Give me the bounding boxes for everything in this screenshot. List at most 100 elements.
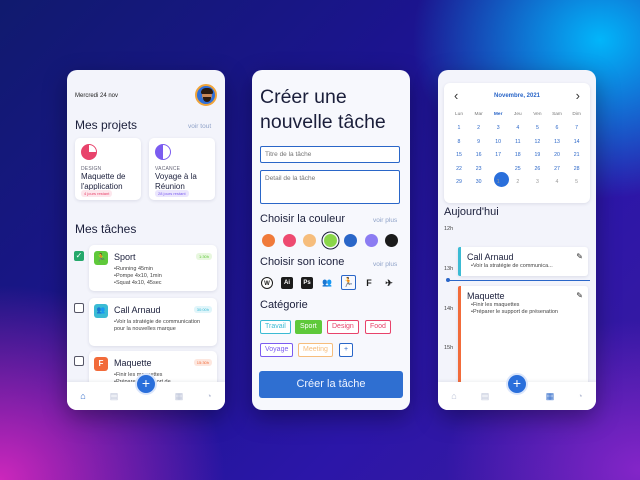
calendar-day[interactable]: 1 [451, 125, 467, 131]
calendar-day[interactable]: 27 [549, 166, 565, 172]
plane-icon[interactable]: ✈ [383, 277, 395, 289]
icon-heading: Choisir son icone [260, 256, 345, 268]
add-category-button[interactable]: + [339, 343, 354, 357]
calendar-day[interactable]: 7 [569, 125, 585, 131]
color-swatch[interactable] [323, 234, 337, 247]
category-chip-voyage[interactable]: Voyage [260, 343, 294, 357]
calendar-day[interactable]: 14 [569, 139, 585, 145]
photoshop-icon[interactable]: Ps [301, 277, 313, 289]
calendar-day[interactable]: 22 [451, 166, 467, 172]
task-checkbox[interactable]: ✓ [74, 251, 84, 261]
calendar-icon[interactable]: ▦ [174, 391, 184, 401]
add-task-button[interactable]: + [506, 373, 528, 395]
calendar-day[interactable]: 24 [490, 166, 506, 172]
running-icon[interactable]: 🏃 [341, 275, 356, 290]
next-month-icon[interactable]: › [576, 88, 580, 103]
task-card[interactable]: 👥 Call Arnaud 30:00h Voir la stratégie d… [89, 298, 217, 346]
calendar-day[interactable]: 12 [529, 139, 545, 145]
task-checkbox[interactable] [74, 356, 84, 366]
hour-label: 15h [444, 345, 454, 351]
category-chip-food[interactable]: Food [365, 320, 391, 334]
calendar-day[interactable]: 1 [490, 179, 506, 185]
home-icon[interactable]: ⌂ [78, 391, 88, 401]
weekday-label: Sam [552, 112, 562, 117]
weekday-label: Dim [572, 112, 581, 117]
calendar-day[interactable]: 15 [451, 152, 467, 158]
task-detail-input[interactable] [260, 170, 400, 204]
project-card[interactable]: DESIGN Maquette de l'application 4 jours… [75, 138, 141, 200]
tasks-heading: Mes tâches [75, 222, 137, 236]
calendar-day[interactable]: 4 [510, 125, 526, 131]
event-card[interactable]: Call Arnaud ✎ Voir la stratégie de commu… [458, 247, 588, 276]
chart-icon[interactable]: ◔ [575, 391, 585, 401]
calendar-day[interactable]: 25 [510, 166, 526, 172]
see-all-projects-link[interactable]: voir tout [188, 123, 211, 130]
task-checkbox[interactable] [74, 303, 84, 313]
weekday-label: Jeu [513, 112, 522, 117]
figma-icon[interactable]: F [363, 277, 375, 289]
calendar-day[interactable]: 4 [549, 179, 565, 185]
color-swatch[interactable] [364, 234, 378, 247]
chart-icon[interactable]: ◔ [204, 391, 214, 401]
calendar-day[interactable]: 18 [510, 152, 526, 158]
task-title-input[interactable] [260, 146, 400, 163]
calendar-day[interactable]: 2 [471, 125, 487, 131]
list-icon[interactable]: ▤ [480, 391, 490, 401]
calendar-day[interactable]: 13 [549, 139, 565, 145]
color-picker [252, 234, 410, 248]
see-more-colors-link[interactable]: voir plus [373, 217, 397, 224]
create-task-button[interactable]: Créer la tâche [259, 371, 403, 398]
calendar-day[interactable]: 29 [451, 179, 467, 185]
calendar-day[interactable]: 2 [510, 179, 526, 185]
calendar-day[interactable]: 10 [490, 139, 506, 145]
calendar-day[interactable]: 9 [471, 139, 487, 145]
users-icon[interactable]: 👥 [321, 277, 333, 289]
calendar-day[interactable]: 26 [529, 166, 545, 172]
calendar-day[interactable]: 8 [451, 139, 467, 145]
calendar-day[interactable]: 30 [471, 179, 487, 185]
event-subitem: Voir la stratégie de communica... [471, 263, 581, 270]
add-task-button[interactable]: + [135, 373, 157, 395]
calendar-day[interactable]: 5 [569, 179, 585, 185]
avatar[interactable] [195, 84, 217, 106]
calendar-day[interactable]: 17 [490, 152, 506, 158]
project-card[interactable]: VACANCE Voyage à la Réunion 28 jours res… [149, 138, 215, 200]
calendar-day[interactable]: 20 [549, 152, 565, 158]
duration-badge: 1:30h [195, 253, 212, 260]
calendar-day[interactable]: 19 [529, 152, 545, 158]
calendar-day[interactable]: 16 [471, 152, 487, 158]
create-task-screen: Créer une nouvelle tâche Choisir la coul… [252, 70, 410, 410]
color-swatch[interactable] [282, 234, 296, 247]
calendar-day[interactable]: 23 [471, 166, 487, 172]
category-chip-travail[interactable]: Travail [260, 320, 291, 334]
calendar-day[interactable]: 21 [569, 152, 585, 158]
calendar-day[interactable]: 3 [529, 179, 545, 185]
calendar-day[interactable]: 3 [490, 125, 506, 131]
calendar-day[interactable]: 6 [549, 125, 565, 131]
projects-heading: Mes projets [75, 118, 138, 132]
category-chip-sport[interactable]: Sport [295, 320, 322, 334]
category-chip-meeting[interactable]: Meeting [298, 343, 333, 357]
calendar-day[interactable]: 5 [529, 125, 545, 131]
illustrator-icon[interactable]: Ai [281, 277, 293, 289]
list-icon[interactable]: ▤ [109, 391, 119, 401]
category-chip-design[interactable]: Design [327, 320, 359, 334]
edit-icon[interactable]: ✎ [576, 291, 583, 300]
task-title: Maquette [114, 358, 152, 368]
calendar-day[interactable]: 11 [510, 139, 526, 145]
color-swatch[interactable] [303, 234, 316, 247]
calendar-screen: ‹ Novembre, 2021 › Lun Mar Mer Jeu Ven Sam Dim… [438, 70, 596, 410]
edit-icon[interactable]: ✎ [576, 252, 583, 261]
color-swatch[interactable] [262, 234, 275, 247]
calendar-day[interactable]: 28 [569, 166, 585, 172]
wordpress-icon[interactable]: W [261, 277, 273, 289]
color-swatch[interactable] [344, 234, 357, 247]
see-more-icons-link[interactable]: voir plus [373, 261, 397, 268]
task-card[interactable]: 🏃 Sport 1:30h Running 45min Pompe 4x10, … [89, 245, 217, 291]
month-title: Novembre, 2021 [493, 93, 541, 99]
home-icon[interactable]: ⌂ [449, 391, 459, 401]
event-title: Maquette [467, 291, 505, 301]
calendar-icon[interactable]: ▦ [545, 391, 555, 401]
color-swatch[interactable] [385, 234, 398, 247]
days-left-badge: 4 jours restant [81, 190, 113, 197]
